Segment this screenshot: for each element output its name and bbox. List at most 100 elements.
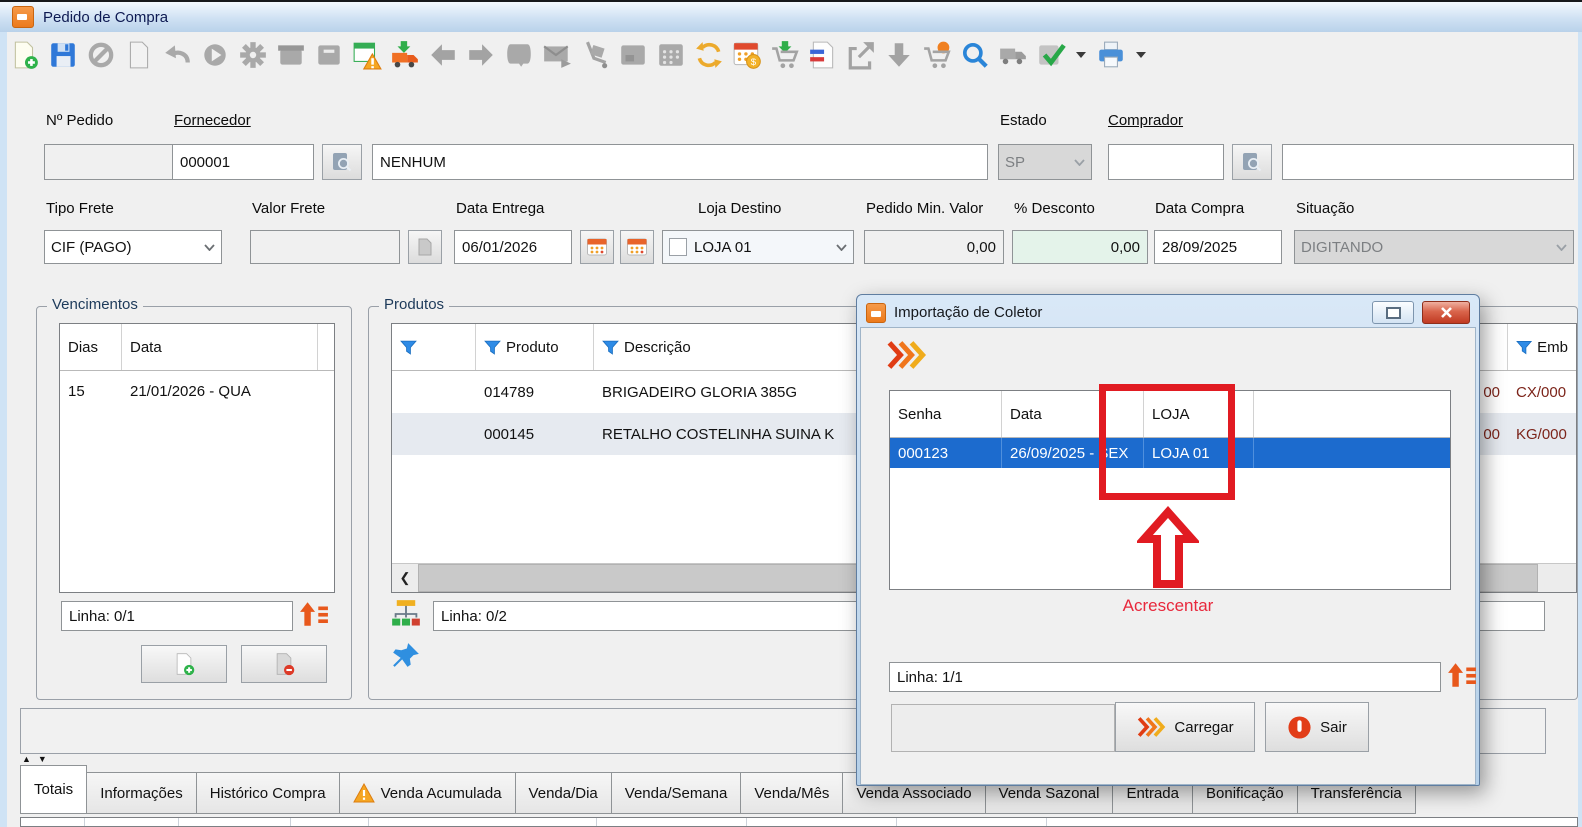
toolbar: $ [10,40,1148,70]
svg-text:$: $ [751,57,757,68]
print-icon[interactable] [1096,40,1126,70]
col-filter[interactable] [392,324,476,370]
sair-button[interactable]: Sair [1265,702,1369,752]
window-border-left [0,32,7,827]
window-alert-icon[interactable] [352,40,382,70]
estado-combo[interactable]: SP [998,144,1092,180]
col-emb[interactable]: Emb [1508,324,1576,370]
save-icon[interactable] [48,40,78,70]
col-data[interactable]: Data [122,324,318,370]
tab-scroll-arrows[interactable]: ▲▼ [22,754,54,764]
comprador-label[interactable]: Comprador [1108,112,1183,129]
fornecedor-code-field[interactable]: 000001 [172,144,314,180]
close-button[interactable] [1422,301,1470,324]
refresh-icon[interactable] [694,40,724,70]
data-compra-field[interactable]: 28/09/2025 [1154,230,1282,264]
coletor-status: Linha: 1/1 [889,662,1441,692]
cart-import-icon[interactable] [770,40,800,70]
valor-frete-doc-button[interactable] [408,230,442,264]
vencimentos-row[interactable]: 15 21/01/2026 - QUA [60,371,334,411]
new-order-icon[interactable] [10,40,40,70]
dolly-icon[interactable] [580,40,610,70]
cart-hot-icon[interactable] [922,40,952,70]
lookup-magnifier-icon [331,151,353,173]
tab-totais[interactable]: Totais [20,765,87,814]
line-navigator-icon[interactable] [299,599,329,629]
sair-label: Sair [1320,719,1347,736]
pushpin-icon[interactable] [391,641,421,671]
data-entrega-label: Data Entrega [456,200,544,217]
col-senha[interactable]: Senha [890,391,1002,437]
data-entrega-calendar2-button[interactable] [620,230,654,264]
restore-button[interactable] [1372,301,1414,324]
tab-venda-mes[interactable]: Venda/Mês [741,772,843,814]
calendar-icon [586,236,608,258]
notes-icon[interactable] [808,40,838,70]
col-dias[interactable]: Dias [60,324,122,370]
carregar-button[interactable]: Carregar [1115,702,1255,752]
chevron-down-icon [204,244,215,251]
comprador-name-field[interactable] [1282,144,1574,180]
col-filler [1254,391,1450,437]
search-icon[interactable] [960,40,990,70]
import-chevrons-icon [885,340,927,370]
archive-alt-icon[interactable] [314,40,344,70]
numero-pedido-label: Nº Pedido [46,112,113,129]
calendar-coin-icon[interactable]: $ [732,40,762,70]
data-entrega-field[interactable]: 06/01/2026 [454,230,572,264]
comprador-code-field[interactable] [1108,144,1224,180]
arrow-right-icon[interactable] [466,40,496,70]
col-produto[interactable]: Produto [476,324,594,370]
hierarchy-icon[interactable] [391,599,421,629]
vencimentos-group: Vencimentos Dias Data 15 21/01/2026 - QU… [36,306,352,700]
approve-dropdown-caret[interactable] [1076,52,1086,58]
send-mail-icon[interactable] [542,40,572,70]
tab-historico-compra[interactable]: Histórico Compra [197,772,340,814]
cell-dias: 15 [60,371,122,411]
scroll-left-button[interactable]: ❮ [392,564,418,592]
package-icon[interactable] [504,40,534,70]
pedido-min-field[interactable]: 0,00 [864,230,1004,264]
chevron-down-icon [1556,244,1567,251]
undo-icon[interactable] [162,40,192,70]
valor-frete-field[interactable] [250,230,400,264]
loja-checkbox[interactable] [669,238,687,256]
truck-icon[interactable] [998,40,1028,70]
app-icon [12,6,34,28]
fornecedor-lookup-button[interactable] [322,144,362,180]
cancel-icon[interactable] [86,40,116,70]
mail-icon[interactable] [618,40,648,70]
tab-venda-semana[interactable]: Venda/Semana [612,772,742,814]
tab-venda-acumulada[interactable]: Venda Acumulada [340,772,516,814]
truck-import-icon[interactable] [390,40,420,70]
add-vencimento-button[interactable] [141,645,227,683]
numero-pedido-field[interactable] [44,144,186,180]
fornecedor-label[interactable]: Fornecedor [174,112,251,129]
archive-icon[interactable] [276,40,306,70]
comprador-lookup-button[interactable] [1232,144,1272,180]
tipo-frete-combo[interactable]: CIF (PAGO) [44,230,222,264]
tab-informacoes[interactable]: Informações [87,772,197,814]
desconto-field[interactable]: 0,00 [1012,230,1148,264]
estado-value: SP [1005,154,1074,171]
clear-icon[interactable] [124,40,154,70]
situacao-combo[interactable]: DIGITANDO [1294,230,1574,264]
dialog-titlebar[interactable]: Importação de Coletor [860,298,1476,327]
print-dropdown-caret[interactable] [1136,52,1146,58]
loja-destino-combo[interactable]: LOJA 01 [662,230,854,264]
fornecedor-name-field[interactable]: NENHUM [372,144,988,180]
tab-venda-dia[interactable]: Venda/Dia [516,772,612,814]
export-icon[interactable] [846,40,876,70]
approve-icon[interactable] [1036,40,1066,70]
document-icon [415,237,435,257]
dialog-app-icon [866,303,886,323]
calendar-grid-icon[interactable] [656,40,686,70]
col-emb-label: Emb [1537,339,1568,356]
data-entrega-calendar-button[interactable] [580,230,614,264]
download-icon[interactable] [884,40,914,70]
settings-icon[interactable] [238,40,268,70]
remove-vencimento-button[interactable] [241,645,327,683]
line-navigator-icon[interactable] [1447,660,1477,690]
arrow-left-icon[interactable] [428,40,458,70]
forward-icon[interactable] [200,40,230,70]
